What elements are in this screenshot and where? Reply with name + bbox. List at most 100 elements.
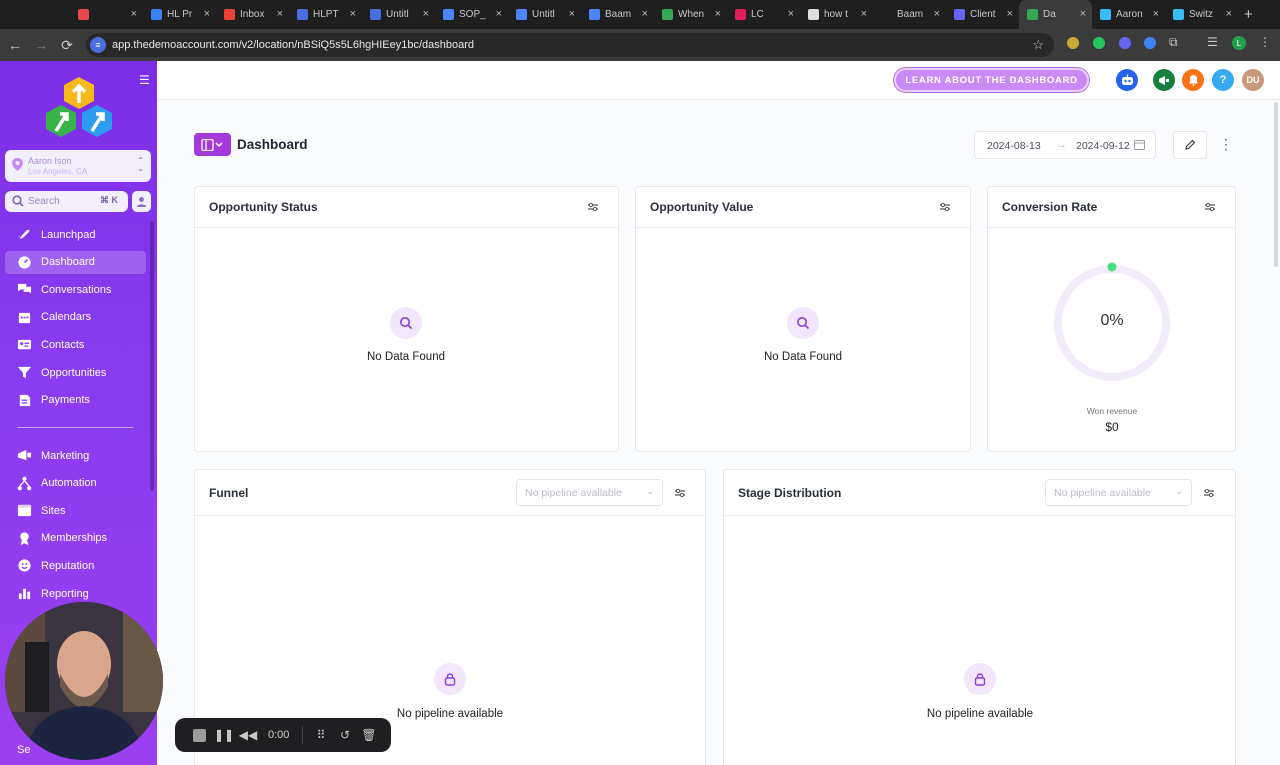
sidebar-item-dashboard[interactable]: Dashboard bbox=[5, 250, 146, 274]
address-bar[interactable]: ≡ app.thedemoaccount.com/v2/location/nBS… bbox=[86, 33, 1054, 57]
browser-tab[interactable]: When × bbox=[654, 0, 727, 29]
close-tab-icon[interactable]: × bbox=[861, 8, 867, 20]
announcement-icon[interactable] bbox=[1153, 69, 1175, 91]
rewind-icon[interactable]: ◀◀ bbox=[236, 728, 260, 742]
extension-icon[interactable] bbox=[1093, 37, 1105, 49]
browser-tab[interactable]: × bbox=[70, 0, 143, 29]
date-range-picker[interactable]: 2024-08-13 → 2024-09-12 bbox=[974, 131, 1156, 159]
sidebar-item-marketing[interactable]: Marketing bbox=[5, 444, 146, 467]
collapse-menu-icon[interactable]: ☰ bbox=[139, 73, 150, 87]
close-tab-icon[interactable]: × bbox=[204, 8, 210, 20]
grid-icon[interactable]: ⠿ bbox=[309, 728, 333, 742]
close-tab-icon[interactable]: × bbox=[569, 8, 575, 20]
notification-bell-icon[interactable] bbox=[1182, 69, 1204, 91]
pause-icon[interactable]: ❚❚ bbox=[212, 728, 236, 742]
new-tab-button[interactable]: + bbox=[1244, 6, 1253, 23]
filter-settings-icon[interactable] bbox=[587, 201, 599, 213]
pipeline-select[interactable]: No pipeline available ⌄ bbox=[1045, 479, 1192, 506]
close-tab-icon[interactable]: × bbox=[1226, 8, 1232, 20]
main-scrollbar[interactable] bbox=[1274, 102, 1278, 267]
close-tab-icon[interactable]: × bbox=[423, 8, 429, 20]
browser-tab[interactable]: Baam × bbox=[873, 0, 946, 29]
close-tab-icon[interactable]: × bbox=[350, 8, 356, 20]
help-icon[interactable]: ? bbox=[1212, 69, 1234, 91]
megaphone-icon bbox=[16, 448, 32, 464]
browser-tab[interactable]: how t × bbox=[800, 0, 873, 29]
profile-avatar[interactable]: L bbox=[1232, 36, 1246, 50]
bot-icon[interactable] bbox=[1116, 69, 1138, 91]
close-tab-icon[interactable]: × bbox=[496, 8, 502, 20]
extension-icon[interactable] bbox=[1144, 37, 1156, 49]
edit-dashboard-button[interactable] bbox=[1173, 131, 1207, 159]
filter-settings-icon[interactable] bbox=[1203, 487, 1215, 499]
reload-icon[interactable]: ⟳ bbox=[56, 37, 78, 54]
browser-tab[interactable]: Untitl × bbox=[362, 0, 435, 29]
browser-tab[interactable]: LC × bbox=[727, 0, 800, 29]
close-tab-icon[interactable]: × bbox=[715, 8, 721, 20]
browser-tab[interactable]: Switz × bbox=[1165, 0, 1238, 29]
card-header: Funnel No pipeline available ⌄ bbox=[195, 470, 705, 516]
forward-icon[interactable]: → bbox=[30, 37, 52, 53]
browser-tab[interactable]: Baam × bbox=[581, 0, 654, 29]
filter-settings-icon[interactable] bbox=[939, 201, 951, 213]
sidebar-item-settings[interactable]: Se bbox=[17, 744, 30, 756]
learn-dashboard-button[interactable]: LEARN ABOUT THE DASHBOARD bbox=[894, 68, 1089, 92]
sidebar-item-opportunities[interactable]: Opportunities bbox=[5, 361, 146, 384]
extensions-puzzle-icon[interactable]: ⧉ bbox=[1169, 35, 1178, 50]
user-avatar[interactable]: DU bbox=[1242, 69, 1264, 91]
browser-menu-icon[interactable]: ⋮ bbox=[1259, 35, 1271, 49]
restart-icon[interactable]: ↺ bbox=[333, 728, 357, 742]
close-tab-icon[interactable]: × bbox=[1080, 8, 1086, 20]
sidebar-item-payments[interactable]: Payments bbox=[5, 389, 146, 412]
browser-tab[interactable]: Untitl × bbox=[508, 0, 581, 29]
sidebar-item-memberships[interactable]: Memberships bbox=[5, 527, 146, 550]
sidebar-search[interactable]: ⌘ K bbox=[5, 191, 128, 212]
browser-tab[interactable]: SOP_ × bbox=[435, 0, 508, 29]
back-icon[interactable]: ← bbox=[4, 37, 26, 53]
extension-icon[interactable] bbox=[1067, 37, 1079, 49]
browser-tab[interactable]: Da × bbox=[1019, 0, 1092, 29]
sidebar-item-calendars[interactable]: Calendars bbox=[5, 306, 146, 329]
pipeline-select-value: No pipeline available bbox=[1054, 487, 1151, 499]
user-button[interactable] bbox=[132, 191, 151, 212]
trash-icon[interactable]: 🗑 bbox=[357, 728, 381, 742]
pipeline-select[interactable]: No pipeline available ⌄ bbox=[516, 479, 663, 506]
top-header: LEARN ABOUT THE DASHBOARD ? DU bbox=[157, 61, 1280, 100]
close-tab-icon[interactable]: × bbox=[1007, 8, 1013, 20]
dashboard-switcher-button[interactable] bbox=[194, 133, 231, 156]
browser-tab[interactable]: Aaron × bbox=[1092, 0, 1165, 29]
sidebar-item-contacts[interactable]: Contacts bbox=[5, 333, 146, 356]
sidebar-item-launchpad[interactable]: Launchpad bbox=[5, 223, 146, 246]
browser-tab[interactable]: HL Pr × bbox=[143, 0, 216, 29]
sidebar-item-reputation[interactable]: Reputation bbox=[5, 554, 146, 577]
browser-tab[interactable]: Inbox × bbox=[216, 0, 289, 29]
browser-tab-title: Inbox bbox=[240, 9, 265, 20]
search-input[interactable] bbox=[28, 193, 96, 210]
filter-settings-icon[interactable] bbox=[1204, 201, 1216, 213]
sidebar-item-conversations[interactable]: Conversations bbox=[5, 278, 146, 301]
close-tab-icon[interactable]: × bbox=[934, 8, 940, 20]
extension-icon[interactable] bbox=[1119, 37, 1131, 49]
close-tab-icon[interactable]: × bbox=[1153, 8, 1159, 20]
sidebar-scrollbar[interactable] bbox=[150, 221, 154, 491]
close-tab-icon[interactable]: × bbox=[642, 8, 648, 20]
docs-icon bbox=[516, 9, 527, 20]
close-tab-icon[interactable]: × bbox=[131, 8, 137, 20]
account-switcher[interactable]: Aaron Ison Los Angeles, CA ⌃ ⌄ bbox=[5, 150, 151, 182]
bookmark-star-icon[interactable]: ☆ bbox=[1032, 37, 1044, 53]
date-end: 2024-09-12 bbox=[1076, 140, 1130, 152]
sidebar-item-automation[interactable]: Automation bbox=[5, 472, 146, 495]
browser-tab[interactable]: Client × bbox=[946, 0, 1019, 29]
sidebar-item-sites[interactable]: Sites bbox=[5, 499, 146, 522]
close-tab-icon[interactable]: × bbox=[788, 8, 794, 20]
chevron-updown-icon: ⌃ ⌄ bbox=[137, 156, 144, 173]
more-options-icon[interactable]: ⋮ bbox=[1219, 136, 1233, 153]
close-tab-icon[interactable]: × bbox=[277, 8, 283, 20]
site-info-icon[interactable]: ≡ bbox=[90, 37, 106, 53]
globe-icon bbox=[297, 9, 308, 20]
filter-settings-icon[interactable] bbox=[674, 487, 686, 499]
browser-tab[interactable]: HLPT × bbox=[289, 0, 362, 29]
stop-recording-icon[interactable] bbox=[193, 728, 206, 742]
reading-list-icon[interactable]: ☰ bbox=[1207, 35, 1218, 49]
layout-icon bbox=[200, 138, 223, 151]
